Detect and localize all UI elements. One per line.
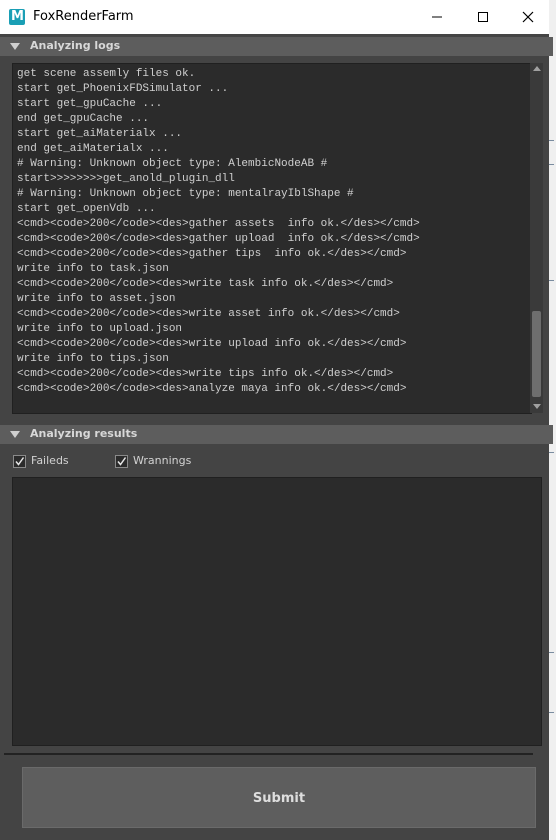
- window-edge: [549, 0, 556, 840]
- log-line: <cmd><code>200</code><des>gather upload …: [17, 233, 420, 245]
- faileds-label[interactable]: Faileds: [31, 454, 69, 467]
- log-line: <cmd><code>200</code><des>write task inf…: [17, 278, 394, 290]
- log-line: <cmd><code>200</code><des>gather tips in…: [17, 248, 407, 260]
- log-scrollbar[interactable]: [530, 63, 543, 413]
- checkmark-icon: [117, 457, 127, 466]
- checkmark-icon: [15, 457, 25, 466]
- collapse-arrow-icon: [10, 43, 20, 50]
- log-line: start get_PhoenixFDSimulator ...: [17, 83, 229, 95]
- scroll-down-icon[interactable]: [533, 404, 541, 409]
- title-bar: M FoxRenderFarm: [0, 0, 550, 34]
- results-list[interactable]: [12, 477, 542, 746]
- log-line: write info to task.json: [17, 263, 169, 275]
- scroll-up-icon[interactable]: [533, 66, 541, 71]
- log-text: get scene assemly files ok. start get_Ph…: [17, 67, 420, 397]
- log-output[interactable]: get scene assemly files ok. start get_Ph…: [12, 63, 532, 414]
- log-line: # Warning: Unknown object type: mentalra…: [17, 188, 354, 200]
- logs-section-label: Analyzing logs: [30, 39, 121, 52]
- log-line: write info to tips.json: [17, 353, 169, 365]
- submit-label: Submit: [252, 791, 306, 806]
- log-line: start get_aiMaterialx ...: [17, 128, 183, 140]
- warnings-checkbox[interactable]: [115, 455, 128, 468]
- log-line: <cmd><code>200</code><des>gather assets …: [17, 218, 420, 230]
- divider: [4, 753, 533, 755]
- log-line: <cmd><code>200</code><des>write tips inf…: [17, 368, 394, 380]
- warnings-label[interactable]: Wrannings: [133, 454, 191, 467]
- log-line: <cmd><code>200</code><des>write asset in…: [17, 308, 400, 320]
- log-line: start>>>>>>>>get_anold_plugin_dll: [17, 173, 235, 185]
- window-title: FoxRenderFarm: [33, 9, 134, 24]
- log-line: start get_gpuCache ...: [17, 98, 163, 110]
- log-line: <cmd><code>200</code><des>write upload i…: [17, 338, 407, 350]
- logs-section-header[interactable]: Analyzing logs: [0, 37, 553, 56]
- close-icon: [522, 11, 534, 23]
- maximize-button[interactable]: [460, 0, 506, 34]
- close-button[interactable]: [505, 0, 551, 34]
- submit-button[interactable]: Submit: [22, 767, 536, 828]
- faileds-checkbox[interactable]: [13, 455, 26, 468]
- log-line: get scene assemly files ok.: [17, 68, 196, 80]
- minimize-icon: [432, 16, 442, 18]
- log-line: end get_gpuCache ...: [17, 113, 150, 125]
- scrollbar-thumb[interactable]: [532, 311, 541, 397]
- log-line: # Warning: Unknown object type: AlembicN…: [17, 158, 328, 170]
- collapse-arrow-icon: [10, 431, 20, 438]
- results-section-header[interactable]: Analyzing results: [0, 425, 553, 444]
- maximize-icon: [478, 12, 488, 22]
- minimize-button[interactable]: [414, 0, 460, 34]
- log-line: start get_openVdb ...: [17, 203, 156, 215]
- results-section-label: Analyzing results: [30, 427, 138, 440]
- log-line: write info to asset.json: [17, 293, 176, 305]
- log-line: <cmd><code>200</code><des>analyze maya i…: [17, 383, 407, 395]
- log-line: end get_aiMaterialx ...: [17, 143, 169, 155]
- maya-app-icon: M: [9, 9, 25, 25]
- log-line: write info to upload.json: [17, 323, 183, 335]
